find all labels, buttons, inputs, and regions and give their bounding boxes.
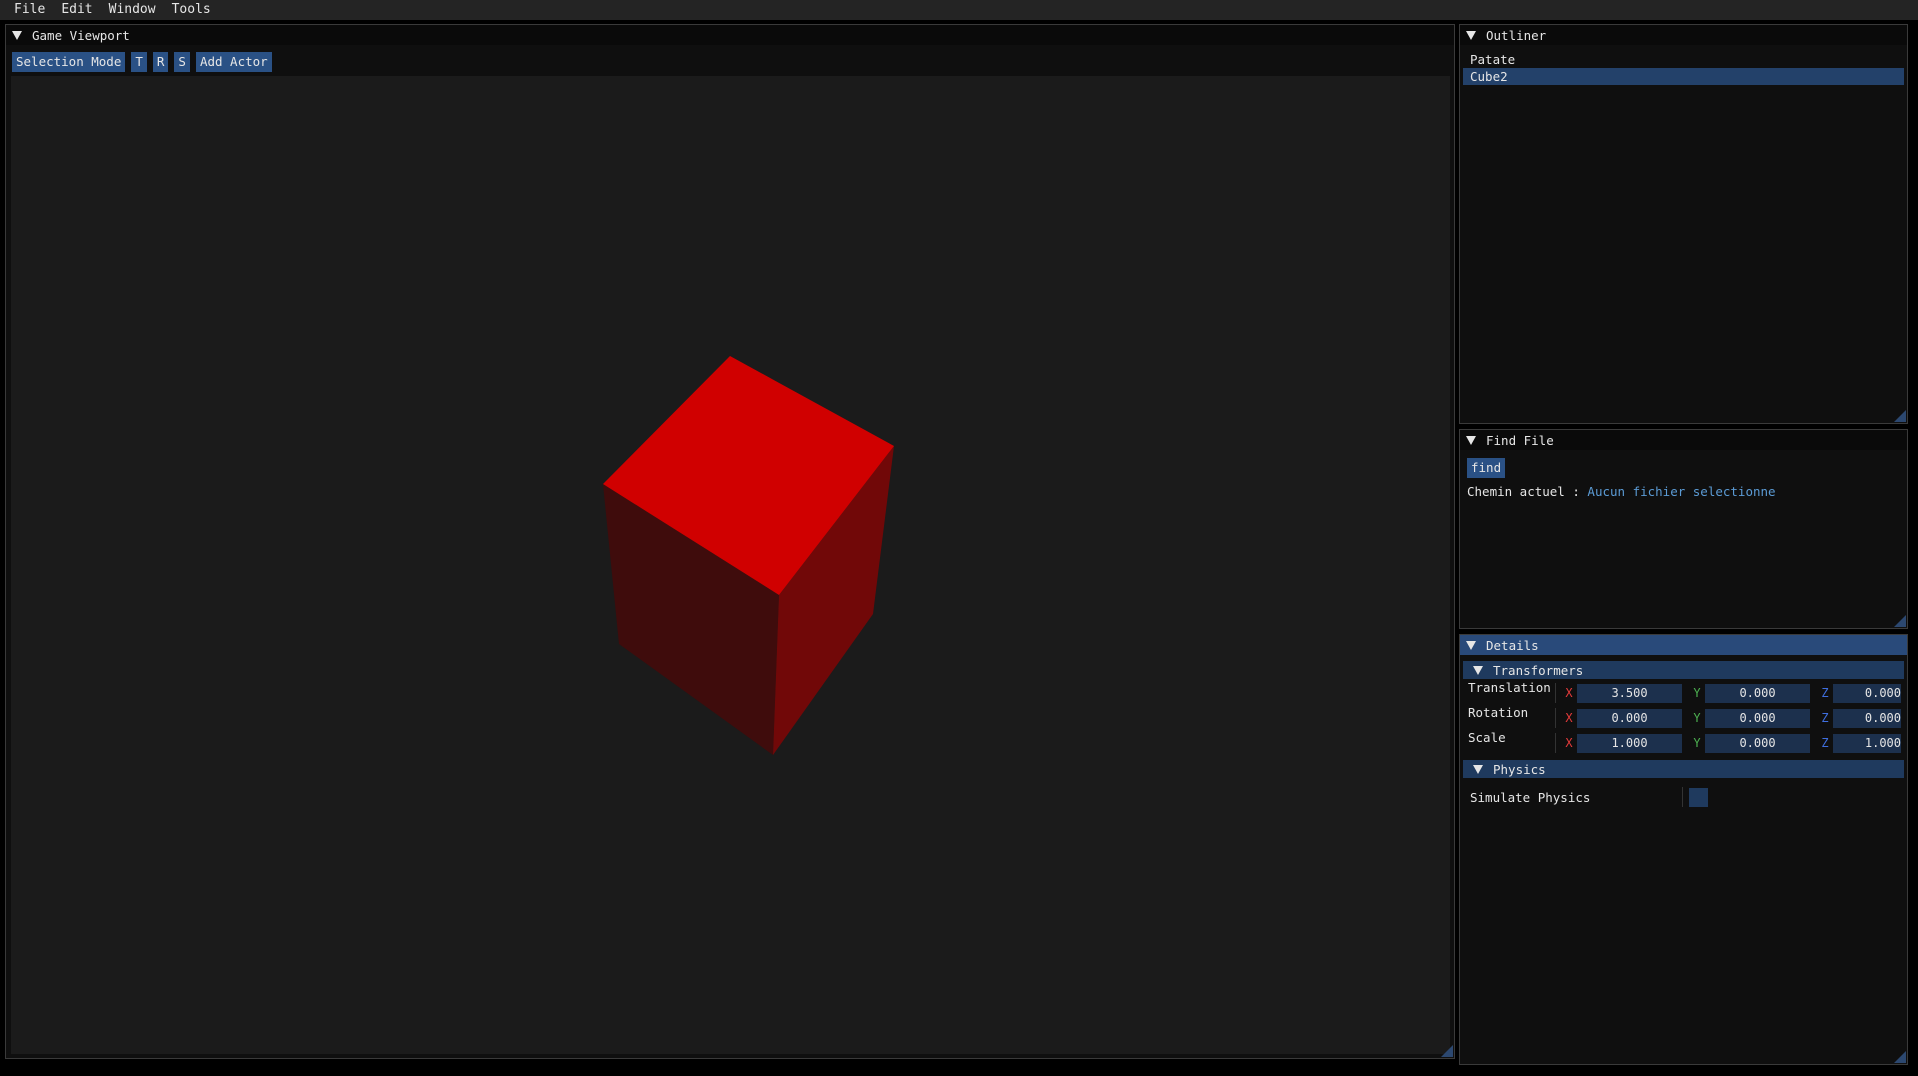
outliner-list: Patate Cube2 xyxy=(1460,45,1907,85)
find-file-title: Find File xyxy=(1486,432,1554,448)
rotate-button[interactable]: R xyxy=(152,52,169,72)
physics-header[interactable]: Physics xyxy=(1463,760,1904,778)
translation-label: Translation xyxy=(1468,680,1551,695)
collapse-triangle-icon xyxy=(1473,665,1483,675)
resize-grip-icon[interactable] xyxy=(1894,410,1906,422)
z-axis-label: Z xyxy=(1821,711,1829,725)
menu-tools[interactable]: Tools xyxy=(164,0,219,20)
find-file-titlebar[interactable]: Find File xyxy=(1460,430,1907,450)
x-axis-label: X xyxy=(1565,686,1573,700)
find-file-window: Find File find Chemin actuel : Aucun fic… xyxy=(1459,429,1908,629)
transformers-header[interactable]: Transformers xyxy=(1463,661,1904,679)
scale-label: Scale xyxy=(1468,730,1506,745)
scale-z-field[interactable]: 1.000 xyxy=(1833,733,1901,753)
z-axis-label: Z xyxy=(1821,686,1829,700)
viewport-canvas[interactable] xyxy=(11,76,1450,1054)
red-cube[interactable] xyxy=(603,356,894,755)
resize-grip-icon[interactable] xyxy=(1441,1045,1453,1057)
menu-file[interactable]: File xyxy=(6,0,53,20)
y-axis-label: Y xyxy=(1693,686,1701,700)
details-titlebar[interactable]: Details xyxy=(1460,635,1907,655)
resize-grip-icon[interactable] xyxy=(1894,1051,1906,1063)
outliner-window: Outliner Patate Cube2 xyxy=(1459,24,1908,424)
transformers-title: Transformers xyxy=(1493,662,1584,678)
rotation-label: Rotation xyxy=(1468,705,1529,720)
game-viewport-window: Game Viewport Selection Mode T R S Add A… xyxy=(5,24,1455,1059)
translate-button[interactable]: T xyxy=(131,52,147,72)
outliner-item-cube2[interactable]: Cube2 xyxy=(1463,68,1904,85)
outliner-titlebar[interactable]: Outliner xyxy=(1460,25,1907,45)
collapse-triangle-icon[interactable] xyxy=(12,30,22,40)
simulate-physics-checkbox[interactable] xyxy=(1689,787,1708,807)
game-viewport-title: Game Viewport xyxy=(32,27,130,43)
outliner-title: Outliner xyxy=(1486,27,1547,43)
physics-title: Physics xyxy=(1493,761,1546,777)
simulate-physics-row: Simulate Physics xyxy=(1470,786,1904,808)
simulate-physics-label: Simulate Physics xyxy=(1470,789,1591,805)
find-button[interactable]: find xyxy=(1467,458,1506,478)
game-viewport-titlebar[interactable]: Game Viewport xyxy=(6,25,1454,45)
outliner-item-patate[interactable]: Patate xyxy=(1463,51,1904,68)
x-axis-label: X xyxy=(1565,736,1573,750)
rotation-row: Rotation X 0.000 Y 0.000 Z 0.000 xyxy=(1463,705,1904,729)
scene-render xyxy=(603,356,894,755)
translation-x-field[interactable]: 3.500 xyxy=(1577,683,1682,703)
add-actor-button[interactable]: Add Actor xyxy=(195,52,272,72)
y-axis-label: Y xyxy=(1693,711,1701,725)
x-axis-label: X xyxy=(1565,711,1573,725)
scale-row: Scale X 1.000 Y 0.000 Z 1.000 xyxy=(1463,730,1904,754)
selection-mode-button[interactable]: Selection Mode xyxy=(12,52,126,72)
details-window: Details Transformers Translation X 3.500… xyxy=(1459,634,1908,1065)
collapse-triangle-icon xyxy=(1473,764,1483,774)
rotation-z-field[interactable]: 0.000 xyxy=(1833,708,1901,728)
translation-y-field[interactable]: 0.000 xyxy=(1705,683,1810,703)
rotation-x-field[interactable]: 0.000 xyxy=(1577,708,1682,728)
menu-bar: File Edit Window Tools xyxy=(0,0,1918,20)
scale-x-field[interactable]: 1.000 xyxy=(1577,733,1682,753)
collapse-triangle-icon[interactable] xyxy=(1466,30,1476,40)
translation-z-field[interactable]: 0.000 xyxy=(1833,683,1901,703)
rotation-y-field[interactable]: 0.000 xyxy=(1705,708,1810,728)
collapse-triangle-icon[interactable] xyxy=(1466,435,1476,445)
scale-y-field[interactable]: 0.000 xyxy=(1705,733,1810,753)
collapse-triangle-icon[interactable] xyxy=(1466,640,1476,650)
path-value: Aucun fichier selectionne xyxy=(1587,484,1776,499)
resize-grip-icon[interactable] xyxy=(1894,615,1906,627)
menu-edit[interactable]: Edit xyxy=(53,0,100,20)
path-label: Chemin actuel : xyxy=(1467,484,1580,499)
current-path: Chemin actuel : Aucun fichier selectionn… xyxy=(1467,484,1900,499)
menu-window[interactable]: Window xyxy=(101,0,164,20)
scale-button[interactable]: S xyxy=(174,52,190,72)
details-title: Details xyxy=(1486,637,1539,653)
viewport-toolbar: Selection Mode T R S Add Actor xyxy=(12,52,272,72)
z-axis-label: Z xyxy=(1821,736,1829,750)
y-axis-label: Y xyxy=(1693,736,1701,750)
translation-row: Translation X 3.500 Y 0.000 Z 0.000 xyxy=(1463,680,1904,704)
